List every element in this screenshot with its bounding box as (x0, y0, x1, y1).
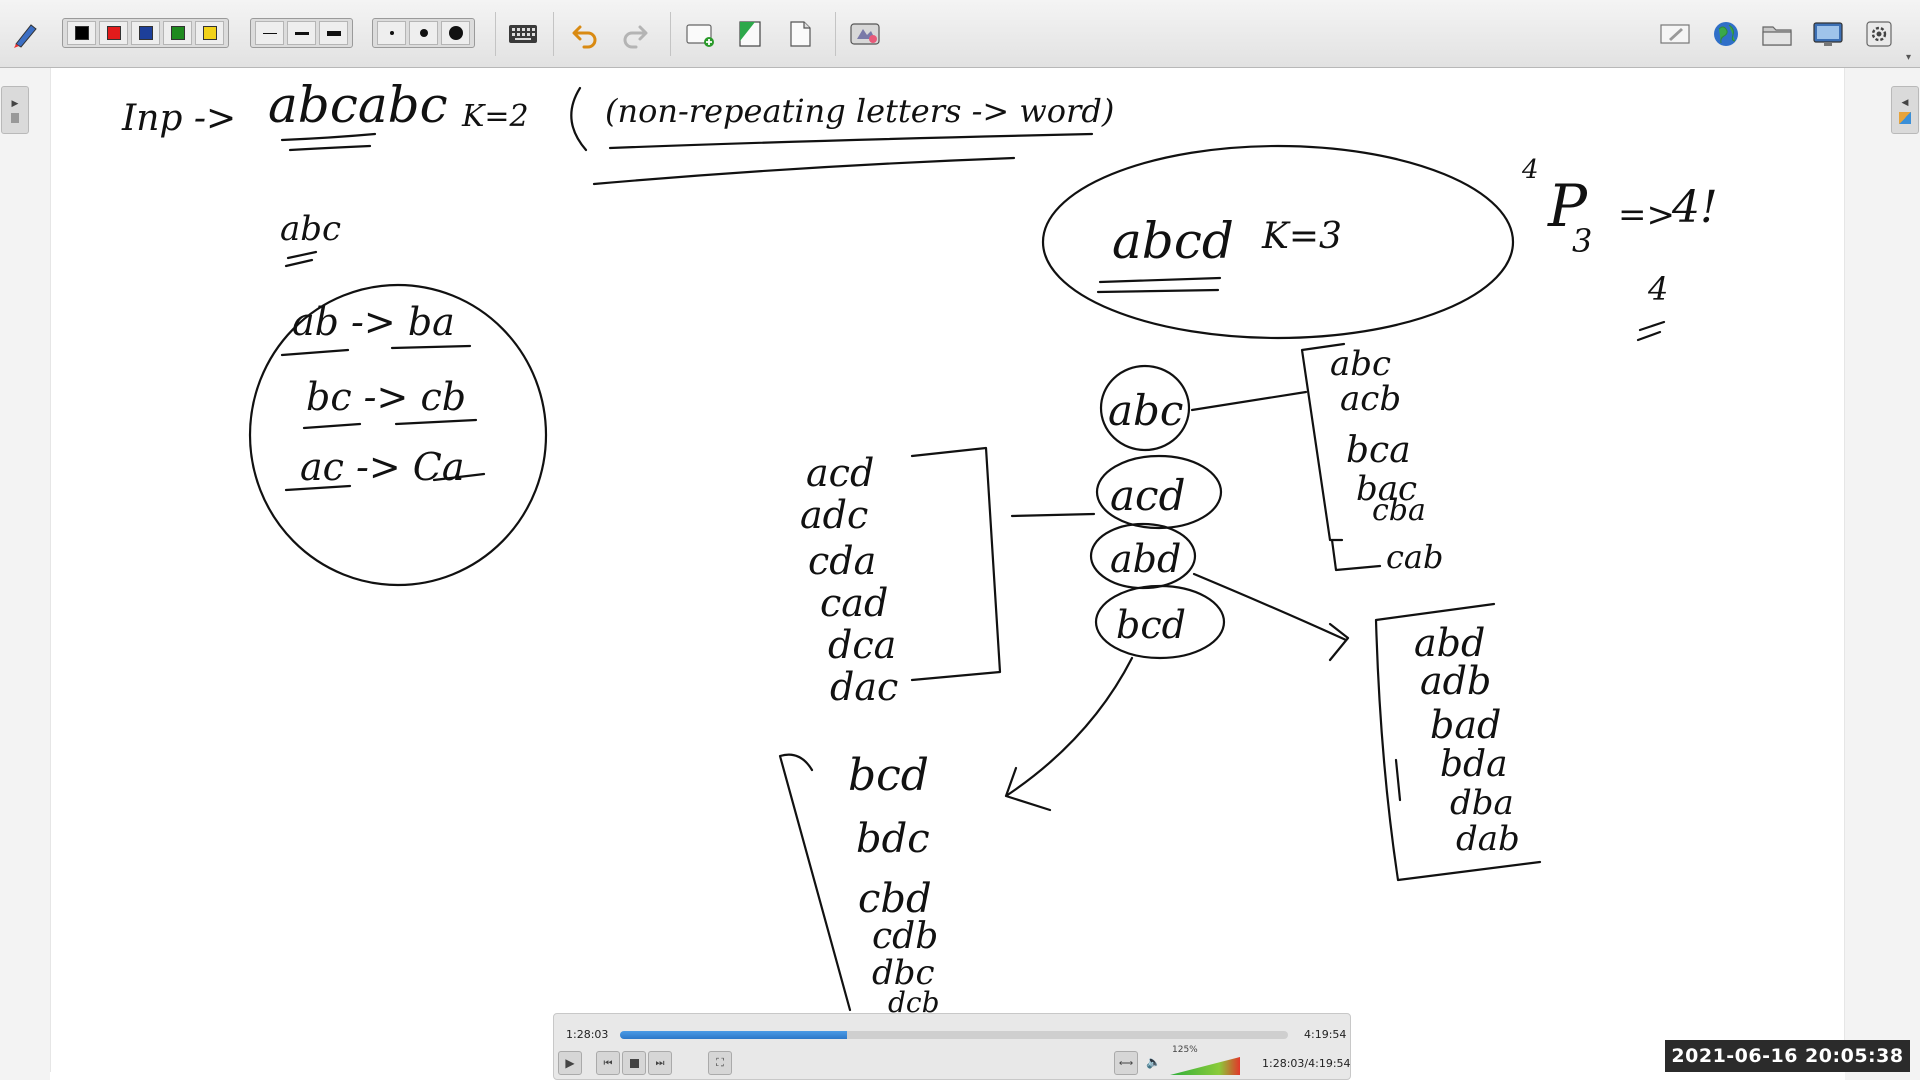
pair-1-text: ab -> ba (292, 300, 455, 344)
next-button[interactable]: ⏭ (648, 1051, 672, 1075)
total-time: 4:19:54 (1304, 1028, 1347, 1041)
input-underline (288, 144, 372, 152)
stop-button[interactable] (622, 1051, 646, 1075)
abc-item-3: bca (1346, 430, 1411, 471)
progress-fill (620, 1031, 848, 1039)
abc-item-6: cab (1386, 538, 1443, 576)
perm-underline (1636, 320, 1666, 342)
whiteboard-ink: Inp -> abcabc K=2 (non-repeating letters… (121, 76, 1718, 1019)
bcd-item-1: bcd (848, 750, 929, 801)
combined-time: 1:28:03/4:19:54 (1262, 1057, 1351, 1070)
group-label-abd: abd (1110, 537, 1181, 581)
note-underline (592, 156, 1016, 186)
pair-underline (302, 418, 478, 430)
group-label-bcd: bcd (1116, 603, 1186, 647)
perm-n-text: 4 (1521, 155, 1539, 185)
perm-r-text: 3 (1572, 222, 1592, 260)
abd-item-2: adb (1420, 659, 1491, 703)
previous-button[interactable]: ⏮ (596, 1051, 620, 1075)
acd-item-1: acd (806, 451, 874, 495)
acd-item-6: dac (830, 665, 898, 709)
k-value-text: K=2 (461, 99, 529, 134)
acd-item-2: adc (800, 493, 868, 537)
skip-forward-icon: ⏭ (655, 1057, 665, 1069)
fullscreen-button[interactable]: ⛶ (708, 1051, 732, 1075)
fullscreen-icon: ⛶ (716, 1056, 724, 1069)
volume-icon[interactable]: 🔈 (1146, 1055, 1161, 1069)
abd-item-6: dab (1456, 819, 1520, 859)
current-time: 1:28:03 (566, 1028, 609, 1041)
progress-bar[interactable] (620, 1031, 1288, 1039)
volume-slider[interactable] (1170, 1057, 1240, 1075)
abc-item-1: abc (1330, 344, 1391, 384)
play-button[interactable]: ▶ (558, 1051, 582, 1075)
group-label-abc: abc (1108, 386, 1183, 435)
connector-acd (1010, 512, 1096, 518)
play-icon: ▶ (565, 1056, 575, 1070)
input-underline (280, 132, 377, 142)
skip-back-icon: ⏮ (603, 1057, 613, 1069)
abc-item-5: cba (1372, 493, 1426, 528)
abd-item-3: bad (1430, 703, 1501, 747)
input-string-text: abcabc (268, 76, 448, 134)
abd-item-5: dba (1450, 783, 1514, 823)
connector-abc (1190, 390, 1308, 412)
paren-stroke (570, 86, 588, 152)
pair-3-text: ac -> Ca (300, 445, 465, 489)
note-underline (608, 132, 1094, 150)
bcd-item-4: cdb (872, 916, 938, 957)
abc-item-2: acb (1340, 379, 1401, 419)
connector-bcd-arrow (1004, 656, 1134, 812)
input-prefix-text: Inp -> (121, 98, 236, 139)
abd-item-4: bda (1440, 744, 1508, 785)
acd-item-4: cad (820, 581, 888, 625)
perm-extra-text: 4 (1647, 270, 1668, 308)
stop-icon (629, 1058, 639, 1068)
pair-2-text: bc -> cb (306, 375, 466, 419)
main-k-text: K=3 (1261, 216, 1342, 257)
heading-underline (284, 250, 318, 268)
group-label-acd: acd (1110, 471, 1185, 520)
main-input-text: abcd (1112, 212, 1234, 270)
acd-bracket (910, 446, 1002, 682)
perm-arrow-text: => (1618, 195, 1675, 235)
pair-underline (280, 344, 472, 357)
recording-timestamp: 2021-06-16 20:05:38 (1665, 1040, 1910, 1072)
main-input-underline (1096, 276, 1222, 294)
perm-result-text: 4! (1671, 182, 1718, 233)
resize-button[interactable]: ⟷ (1114, 1051, 1138, 1075)
note-text: (non-repeating letters -> word) (605, 92, 1114, 130)
playback-controls: 1:28:03 4:19:54 ▶ ⏮ ⏭ ⛶ ⟷ 🔈 125% 1:28:03… (553, 1013, 1351, 1080)
acd-item-3: cda (808, 539, 876, 583)
connector-abd-arrow (1192, 572, 1350, 662)
bcd-item-2: bdc (856, 816, 930, 862)
resize-icon: ⟷ (1118, 1057, 1134, 1069)
acd-item-5: dca (828, 623, 896, 667)
bcd-bracket (778, 753, 852, 1012)
left-heading-text: abc (280, 209, 341, 249)
zoom-label: 125% (1172, 1045, 1198, 1055)
